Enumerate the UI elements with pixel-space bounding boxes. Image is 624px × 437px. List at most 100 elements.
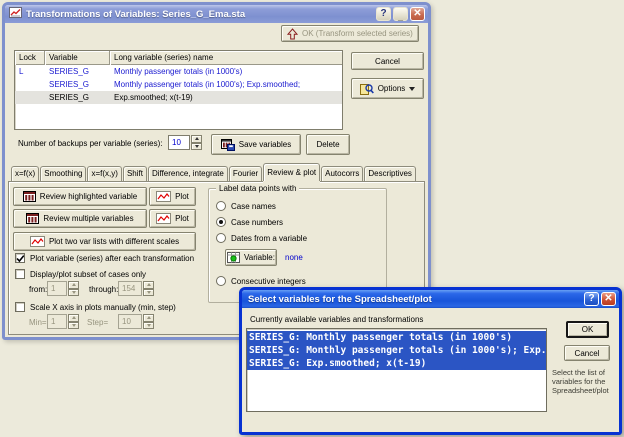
table-row-highlighted[interactable]: SERIES_G Exp.smoothed; x(t-19) [15, 91, 342, 104]
tab-autocorrs[interactable]: Autocorrs [321, 166, 364, 181]
cell-variable: SERIES_G [49, 67, 90, 76]
delete-button[interactable]: Delete [306, 134, 350, 155]
spinner-down-icon[interactable] [68, 321, 79, 329]
column-header-variable[interactable]: Variable [45, 51, 110, 65]
min-value[interactable]: 1 [47, 314, 67, 329]
list-item[interactable]: SERIES_G: Exp.smoothed; x(t-19) [247, 357, 546, 370]
spinner-up-icon[interactable] [143, 281, 154, 289]
cancel-button[interactable]: Cancel [564, 345, 610, 361]
minimize-icon[interactable]: _ [393, 7, 408, 21]
spinner-up-icon[interactable] [191, 135, 202, 143]
spinner-down-icon[interactable] [191, 142, 202, 150]
plot-icon [156, 213, 172, 224]
from-label: from: [29, 285, 48, 294]
help-text: Select the list of variables for the Spr… [552, 368, 609, 395]
label-data-points-group: Label data points with Case names Case n… [208, 184, 387, 303]
close-icon[interactable]: ✕ [410, 7, 425, 21]
desktop-background: Transformations of Variables: Series_G_E… [0, 0, 624, 437]
backups-label: Number of backups per variable (series): [18, 139, 163, 148]
available-variables-list[interactable]: SERIES_G: Monthly passenger totals (in 1… [246, 328, 547, 412]
backups-spinner[interactable]: 10 [168, 135, 202, 150]
cell-variable: SERIES_G [49, 93, 90, 102]
plot-multiple-button[interactable]: Plot [149, 209, 196, 228]
ok-transform-label: OK (Transform selected series) [302, 29, 413, 38]
column-header-lock[interactable]: Lock [15, 51, 45, 65]
review-highlighted-button[interactable]: Review highlighted variable [13, 187, 147, 206]
tab-shift[interactable]: Shift [122, 166, 147, 181]
cell-long-name: Monthly passenger totals (in 1000's); Ex… [114, 80, 301, 89]
plot-icon [156, 191, 172, 202]
through-value[interactable]: 154 [118, 281, 142, 296]
tab-review-plot[interactable]: Review & plot [263, 163, 321, 181]
ok-label: OK [581, 325, 594, 334]
dates-label: Dates from a variable [231, 234, 308, 243]
consecutive-radio[interactable] [216, 276, 226, 286]
close-icon[interactable]: ✕ [601, 292, 616, 306]
from-spinner[interactable]: 1 [47, 281, 79, 296]
subset-checkbox[interactable] [15, 269, 25, 279]
from-value[interactable]: 1 [47, 281, 67, 296]
column-header-long-name[interactable]: Long variable (series) name [110, 51, 342, 65]
tab-x-fxy[interactable]: x=f(x,y) [87, 166, 122, 181]
ok-button[interactable]: OK [566, 321, 609, 338]
spinner-up-icon[interactable] [68, 314, 79, 322]
scale-x-checkbox[interactable] [15, 302, 25, 312]
min-spinner[interactable]: 1 [47, 314, 79, 329]
spinner-down-icon[interactable] [143, 288, 154, 296]
plot-two-lists-button[interactable]: Plot two var lists with different scales [13, 232, 196, 251]
select-variables-dialog: Select variables for the Spreadsheet/plo… [239, 287, 622, 435]
spinner-down-icon[interactable] [143, 321, 154, 329]
cancel-label: Cancel [574, 348, 600, 358]
subset-label: Display/plot subset of cases only [30, 270, 147, 279]
through-spinner[interactable]: 154 [118, 281, 154, 296]
spinner-down-icon[interactable] [68, 288, 79, 296]
spinner-up-icon[interactable] [68, 281, 79, 289]
tab-smoothing[interactable]: Smoothing [40, 166, 87, 181]
plot-after-transform-checkbox[interactable] [15, 253, 25, 263]
ok-transform-button[interactable]: OK (Transform selected series) [281, 25, 419, 42]
cancel-button[interactable]: Cancel [351, 52, 424, 70]
save-variables-button[interactable]: Save variables [211, 134, 301, 155]
variables-list-header: Lock Variable Long variable (series) nam… [15, 51, 342, 65]
plot-two-lists-label: Plot two var lists with different scales [48, 237, 180, 246]
variable-value: none [285, 253, 303, 262]
help-icon[interactable]: ? [376, 7, 391, 21]
options-button[interactable]: Options [351, 78, 424, 99]
options-label: Options [377, 84, 406, 93]
delete-label: Delete [316, 140, 340, 149]
plot-after-transform-label: Plot variable (series) after each transf… [30, 254, 195, 263]
help-icon[interactable]: ? [584, 292, 599, 306]
tab-descriptives[interactable]: Descriptives [364, 166, 416, 181]
step-label: Step= [87, 318, 109, 327]
backups-value[interactable]: 10 [168, 135, 190, 150]
variable-button[interactable]: Variable: [225, 249, 277, 266]
scale-x-label: Scale X axis in plots manually (min, ste… [30, 303, 176, 312]
tab-x-fx[interactable]: x=f(x) [11, 166, 40, 181]
cell-long-name: Monthly passenger totals (in 1000's) [114, 67, 243, 76]
list-item[interactable]: SERIES_G: Monthly passenger totals (in 1… [247, 331, 546, 344]
review-multiple-button[interactable]: Review multiple variables [13, 209, 147, 228]
check-icon [16, 254, 24, 262]
spinner-up-icon[interactable] [143, 314, 154, 322]
variable-button-label: Variable: [244, 253, 275, 262]
tab-difference-integrate[interactable]: Difference, integrate [147, 166, 228, 181]
dates-radio[interactable] [216, 233, 226, 243]
chart-app-icon [9, 5, 22, 23]
cell-long-name: Exp.smoothed; x(t-19) [114, 93, 193, 102]
main-dialog-title: Transformations of Variables: Series_G_E… [26, 8, 246, 20]
list-item[interactable]: SERIES_G: Monthly passenger totals (in 1… [247, 344, 546, 357]
options-icon [359, 83, 374, 95]
variables-list[interactable]: Lock Variable Long variable (series) nam… [14, 50, 343, 130]
case-numbers-radio[interactable] [216, 217, 226, 227]
plot-highlighted-button[interactable]: Plot [149, 187, 196, 206]
case-names-radio[interactable] [216, 201, 226, 211]
table-row[interactable]: L SERIES_G Monthly passenger totals (in … [15, 65, 342, 78]
chevron-down-icon [409, 86, 416, 91]
select-dialog-titlebar[interactable]: Select variables for the Spreadsheet/plo… [242, 290, 619, 308]
step-value[interactable]: 10 [118, 314, 142, 329]
through-label: through: [89, 285, 119, 294]
step-spinner[interactable]: 10 [118, 314, 154, 329]
tab-fourier[interactable]: Fourier [228, 166, 263, 181]
table-row[interactable]: SERIES_G Monthly passenger totals (in 10… [15, 78, 342, 91]
main-titlebar[interactable]: Transformations of Variables: Series_G_E… [5, 5, 428, 23]
